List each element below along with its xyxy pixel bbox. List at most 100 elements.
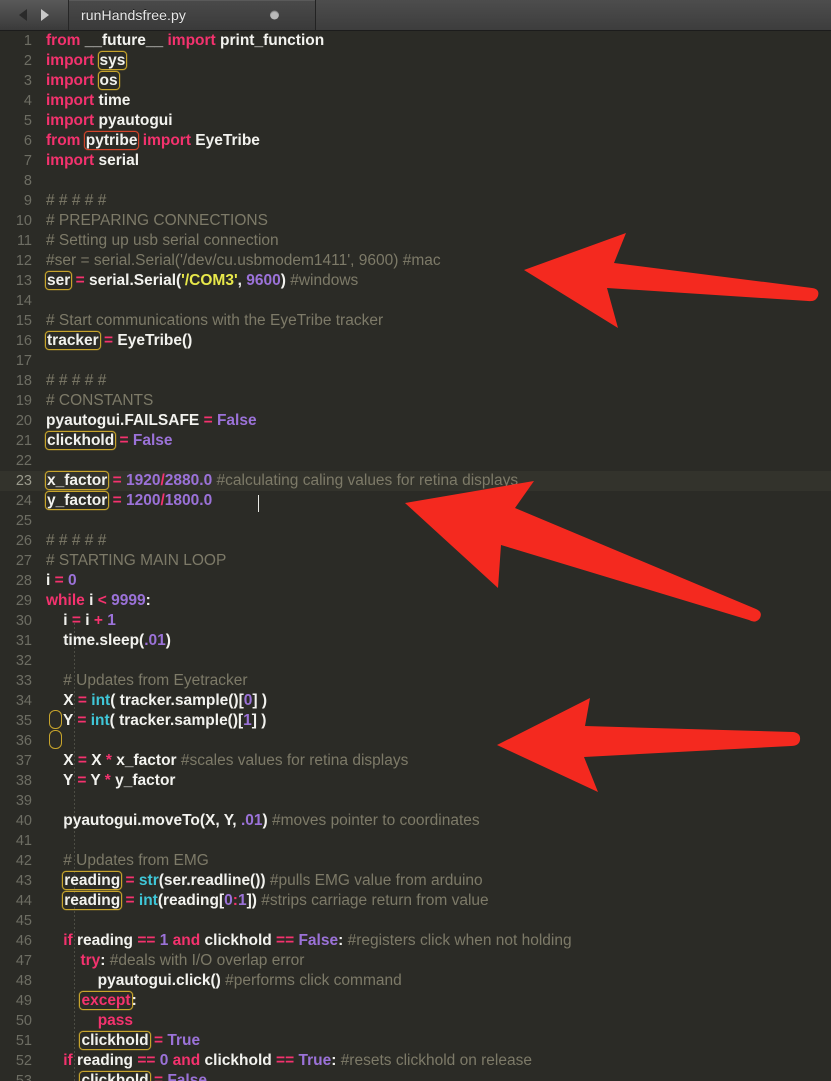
code-line[interactable]: 39 xyxy=(0,791,831,811)
code-line[interactable]: 34 X = int( tracker.sample()[0] ) xyxy=(0,691,831,711)
code-line[interactable]: 46 if reading == 1 and clickhold == Fals… xyxy=(0,931,831,951)
line-source: try: #deals with I/O overlap error xyxy=(80,952,305,969)
code-block-marker xyxy=(49,710,62,729)
line-source: from pytribe import EyeTribe xyxy=(46,131,260,150)
line-number: 6 xyxy=(23,133,32,149)
code-line[interactable]: 6 from pytribe import EyeTribe xyxy=(0,131,831,151)
code-line[interactable]: 37 X = X * x_factor #scales values for r… xyxy=(0,751,831,771)
code-line[interactable]: 45 xyxy=(0,911,831,931)
code-line[interactable]: 4 import time xyxy=(0,91,831,111)
line-number: 46 xyxy=(15,933,32,949)
code-line[interactable]: 1 from __future__ import print_function xyxy=(0,31,831,51)
line-number: 3 xyxy=(23,73,32,89)
line-source: time.sleep(.01) xyxy=(46,632,171,649)
unsaved-dot-icon[interactable] xyxy=(270,10,279,20)
triangle-left-icon[interactable] xyxy=(19,9,27,21)
code-line[interactable]: 32 xyxy=(0,651,831,671)
line-number: 1 xyxy=(23,33,32,49)
code-line[interactable]: 10 # PREPARING CONNECTIONS xyxy=(0,211,831,231)
code-line[interactable]: 41 xyxy=(0,831,831,851)
code-line[interactable]: 31 time.sleep(.01) xyxy=(0,631,831,651)
line-number: 16 xyxy=(15,333,32,349)
code-line[interactable]: 51 clickhold = True xyxy=(0,1031,831,1051)
code-line[interactable]: 40 pyautogui.moveTo(X, Y, .01) #moves po… xyxy=(0,811,831,831)
code-line[interactable]: 17 xyxy=(0,351,831,371)
line-number: 39 xyxy=(15,793,32,809)
code-line[interactable]: 47 try: #deals with I/O overlap error xyxy=(0,951,831,971)
code-line[interactable]: 25 xyxy=(0,511,831,531)
line-number: 50 xyxy=(15,1013,32,1029)
occurrence-box: clickhold xyxy=(45,431,117,450)
code-line[interactable]: 13 ser = serial.Serial('/COM3', 9600) #wi… xyxy=(0,271,831,291)
line-source: # Setting up usb serial connection xyxy=(46,232,279,249)
code-line[interactable]: 48 pyautogui.click() #performs click com… xyxy=(0,971,831,991)
line-source: import os xyxy=(46,71,120,90)
occurrence-box: ser xyxy=(45,271,73,290)
code-line[interactable]: 42 # Updates from EMG xyxy=(0,851,831,871)
tab-runhandsfree-py[interactable]: runHandsfree.py xyxy=(69,0,316,30)
line-source: pyautogui.FAILSAFE = False xyxy=(46,412,257,429)
line-number: 20 xyxy=(15,413,32,429)
code-line[interactable]: 26 # # # # # xyxy=(0,531,831,551)
line-source: Y = int( tracker.sample()[1] ) xyxy=(46,712,267,729)
code-line[interactable]: 22 xyxy=(0,451,831,471)
code-line[interactable]: 7 import serial xyxy=(0,151,831,171)
code-lines: 1 from __future__ import print_function 2… xyxy=(0,31,831,1081)
code-area[interactable]: 1 from __future__ import print_function 2… xyxy=(0,31,831,1081)
code-line[interactable]: 20 pyautogui.FAILSAFE = False xyxy=(0,411,831,431)
code-line[interactable]: 3 import os xyxy=(0,71,831,91)
code-line[interactable]: 16 tracker = EyeTribe() xyxy=(0,331,831,351)
code-line[interactable]: 28 i = 0 xyxy=(0,571,831,591)
code-block-marker xyxy=(49,730,62,749)
code-line[interactable]: 52 if reading == 0 and clickhold == True… xyxy=(0,1051,831,1071)
code-line[interactable]: 8 xyxy=(0,171,831,191)
code-line[interactable]: 43 reading = str(ser.readline()) #pulls … xyxy=(0,871,831,891)
code-line[interactable]: 50 pass xyxy=(0,1011,831,1031)
line-source: X = int( tracker.sample()[0] ) xyxy=(46,692,267,709)
code-line[interactable]: 29 while i < 9999: xyxy=(0,591,831,611)
line-number: 13 xyxy=(15,273,32,289)
occurrence-box: clickhold xyxy=(79,1031,151,1050)
occurrence-box: tracker xyxy=(45,331,101,350)
line-number: 38 xyxy=(15,773,32,789)
triangle-right-icon[interactable] xyxy=(41,9,49,21)
line-source: clickhold = True xyxy=(79,1031,201,1050)
code-line[interactable]: 9 # # # # # xyxy=(0,191,831,211)
code-editor-window: runHandsfree.py 1 from __future__ import … xyxy=(0,0,831,1081)
line-number: 34 xyxy=(15,693,32,709)
code-line[interactable]: 24 y_factor = 1200/1800.0 xyxy=(0,491,831,511)
line-number: 11 xyxy=(16,233,32,249)
line-source: # # # # # xyxy=(46,532,107,549)
code-line[interactable]: 33 # Updates from Eyetracker xyxy=(0,671,831,691)
occurrence-box: reading xyxy=(62,871,123,890)
line-number: 5 xyxy=(23,113,32,129)
line-number: 8 xyxy=(23,173,32,189)
line-number: 12 xyxy=(15,253,32,269)
line-number: 24 xyxy=(15,493,32,509)
code-line-active[interactable]: 23 x_factor = 1920/2880.0 #calculating ca… xyxy=(0,471,831,491)
code-line[interactable]: 12 #ser = serial.Serial('/dev/cu.usbmodem… xyxy=(0,251,831,271)
code-line[interactable]: 44 reading = int(reading[0:1]) #strips c… xyxy=(0,891,831,911)
code-line[interactable]: 36 xyxy=(0,731,831,751)
code-line[interactable]: 11 # Setting up usb serial connection xyxy=(0,231,831,251)
code-line[interactable]: 2 import sys xyxy=(0,51,831,71)
code-line[interactable]: 30 i = i + 1 xyxy=(0,611,831,631)
line-source: y_factor = 1200/1800.0 xyxy=(45,491,213,510)
line-source: # Start communications with the EyeTribe… xyxy=(46,312,384,329)
line-number: 32 xyxy=(15,653,32,669)
code-line[interactable]: 35 Y = int( tracker.sample()[1] ) xyxy=(0,711,831,731)
code-line[interactable]: 5 import pyautogui xyxy=(0,111,831,131)
line-number: 47 xyxy=(15,953,32,969)
line-number: 52 xyxy=(15,1053,32,1069)
code-line[interactable]: 38 Y = Y * y_factor xyxy=(0,771,831,791)
line-source: # # # # # xyxy=(46,192,107,209)
code-line[interactable]: 49 except: xyxy=(0,991,831,1011)
code-line[interactable]: 21 clickhold = False xyxy=(0,431,831,451)
code-line[interactable]: 15 # Start communications with the EyeTri… xyxy=(0,311,831,331)
code-line[interactable]: 18 # # # # # xyxy=(0,371,831,391)
code-line[interactable]: 19 # CONSTANTS xyxy=(0,391,831,411)
code-line[interactable]: 14 xyxy=(0,291,831,311)
line-source: # Updates from EMG xyxy=(46,852,209,869)
line-source: from __future__ import print_function xyxy=(46,32,325,49)
code-line[interactable]: 27 # STARTING MAIN LOOP xyxy=(0,551,831,571)
